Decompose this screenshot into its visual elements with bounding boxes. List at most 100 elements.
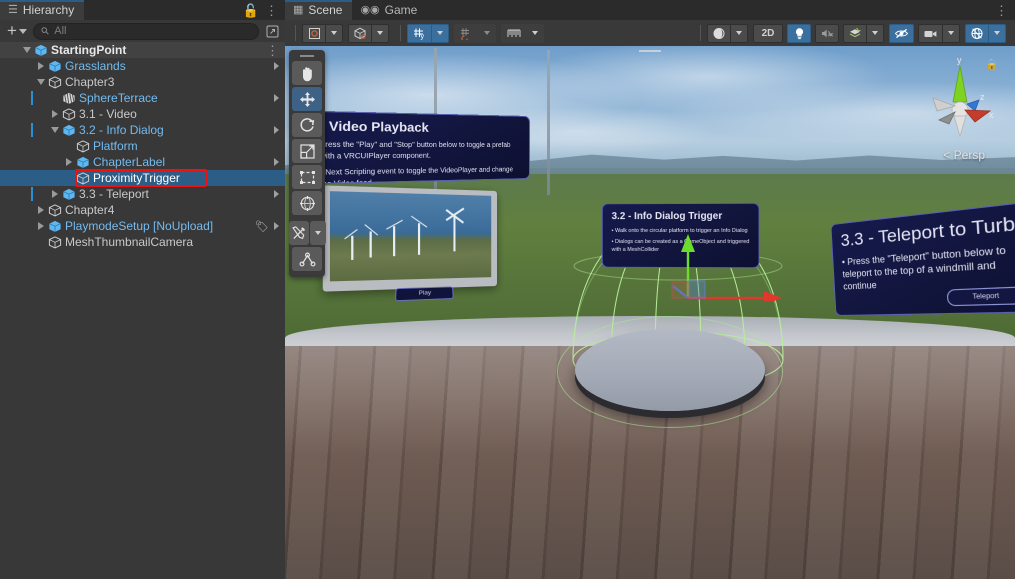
chevron-right-icon[interactable] [274,158,279,166]
lock-icon[interactable]: 🔒 [985,58,999,71]
grid-snapping-dropdown[interactable] [479,23,496,43]
chevron-down-icon [532,31,538,35]
twisty-right-icon[interactable] [48,110,61,118]
teleport-button[interactable]: Teleport [946,286,1015,307]
snap-increment-dropdown[interactable] [527,23,544,43]
twisty-down-icon[interactable] [20,47,33,53]
hierarchy-row-platform[interactable]: Platform [0,138,285,154]
kebab-menu-icon[interactable]: ⋮ [995,4,1008,17]
open-search-window-icon[interactable] [263,23,281,40]
wireframe-cube-icon[interactable] [348,23,372,43]
twisty-down-icon[interactable] [34,79,47,85]
camera-settings-dropdown[interactable] [943,23,960,43]
gizmo-label-z: z [980,92,985,102]
hierarchy-row-meshthumbnailcamera[interactable]: MeshThumbnailCamera [0,234,285,250]
tag-icon[interactable]: 🏷 [255,220,269,233]
scene-fx-dropdown[interactable] [731,23,748,43]
lightbulb-icon[interactable] [787,23,811,43]
sphere-shading-icon[interactable] [707,23,731,43]
scale-tool[interactable] [292,139,322,163]
scene-viewport[interactable]: - Video Playback ress the "Play" and "St… [285,46,1015,579]
hierarchy-row-label: ProximityTrigger [93,171,180,185]
chevron-right-icon[interactable] [274,190,279,198]
tab-scene[interactable]: ▦ Scene [285,0,353,20]
twisty-right-icon[interactable] [34,206,47,214]
twisty-right-icon[interactable] [34,222,47,230]
search-input[interactable]: ⚲ All [32,22,259,40]
transform-combo-tool[interactable] [292,191,322,215]
hierarchy-row-3-3-teleport[interactable]: 3.3 - Teleport [0,186,285,202]
gizmo-axis-x-cone [964,109,992,123]
hierarchy-row-label: 3.1 - Video [79,107,137,121]
hierarchy-row-3-2-info-dialog[interactable]: 3.2 - Info Dialog [0,122,285,138]
rotate-tool[interactable] [292,113,322,137]
globe-icon[interactable] [965,23,989,43]
draw-mode-dropdown[interactable] [326,23,343,43]
gizmo-y-arrow [681,234,695,252]
hierarchy-row-grasslands[interactable]: Grasslands [0,58,285,74]
shading-mode-glyph [308,27,320,39]
grid-snap-icon[interactable] [454,23,479,43]
chevron-down-icon [437,31,443,35]
custom-tools-dropdown[interactable] [309,221,326,245]
row-actions [274,190,285,198]
search-placeholder: All [54,25,67,37]
grid-axis-y-icon[interactable]: y [407,23,432,43]
scene-visibility-dropdown[interactable] [989,23,1006,43]
eye-slash-icon[interactable] [889,23,914,43]
camera-icon[interactable] [918,23,943,43]
hierarchy-row-proximitytrigger[interactable]: ProximityTrigger [0,170,285,186]
hierarchy-row-chapter3[interactable]: Chapter3 [0,74,285,90]
twisty-right-icon[interactable] [34,62,47,70]
chevron-down-icon [314,231,321,235]
geometry-mode-dropdown[interactable] [372,23,389,43]
create-object-button[interactable]: + [5,22,29,40]
row-actions [274,94,285,102]
component-tool[interactable] [292,247,322,271]
custom-tools-button[interactable] [288,221,309,245]
ruler-icon[interactable] [501,23,527,43]
twisty-right-icon[interactable] [48,190,61,198]
kebab-menu-icon[interactable]: ⋮ [265,4,278,17]
audio-muted-icon[interactable] [815,23,839,43]
2d-view-toggle[interactable]: 2D [753,23,783,43]
scene-fx-toggle-dropdown[interactable] [867,23,884,43]
hierarchy-row-label: Chapter4 [65,203,115,217]
fx-particles-glyph [849,27,862,37]
chevron-right-icon[interactable] [274,222,279,230]
projection-label[interactable]: < Persp [943,148,985,162]
hand-tool[interactable] [292,61,322,85]
play-button[interactable]: Play [394,286,454,302]
shading-mode-icon[interactable] [302,23,326,43]
audio-muted-glyph [822,29,833,37]
gizmo-axis-neg-y-cone [953,115,967,138]
hierarchy-row-3-1-video[interactable]: 3.1 - Video [0,106,285,122]
viewport-drag-handle[interactable] [639,50,661,52]
tools-drag-handle[interactable] [300,55,314,57]
lock-open-icon[interactable]: 🔓 [243,4,259,17]
twisty-right-icon[interactable] [62,158,75,166]
tab-hierarchy[interactable]: ☰ Hierarchy [0,0,85,20]
fx-particles-icon[interactable] [843,23,867,43]
chevron-right-icon[interactable] [274,94,279,102]
tab-game[interactable]: ◉◉ Game [352,0,427,20]
hierarchy-row-sphereterrace[interactable]: SphereTerrace [0,90,285,106]
hierarchy-tree[interactable]: StartingPoint ⋮ Grasslands Chapter3 SphereTe… [0,42,285,579]
gameobject-icon [47,235,62,249]
chevron-right-icon[interactable] [274,62,279,70]
hierarchy-row-startingpoint[interactable]: StartingPoint ⋮ [0,42,285,58]
kebab-menu-icon[interactable]: ⋮ [266,44,279,57]
hierarchy-row-chapter4[interactable]: Chapter4 [0,202,285,218]
move-gizmo[interactable] [670,186,785,305]
video-playback-panel: - Video Playback ress the "Play" and "St… [306,110,530,185]
scene-orientation-gizmo[interactable]: y z x 🔒 < Persp [917,54,1003,164]
rect-tool[interactable] [292,165,322,189]
hierarchy-row-playmodesetup-noupload[interactable]: PlaymodeSetup [NoUpload] 🏷 [0,218,285,234]
chevron-down-icon [948,31,954,35]
twisty-down-icon[interactable] [48,127,61,133]
grid-visibility-dropdown[interactable] [432,23,449,43]
chevron-right-icon[interactable] [274,126,279,134]
move-tool[interactable] [292,87,322,111]
hierarchy-row-chapterlabel[interactable]: ChapterLabel [0,154,285,170]
toolbar-divider [700,25,701,41]
